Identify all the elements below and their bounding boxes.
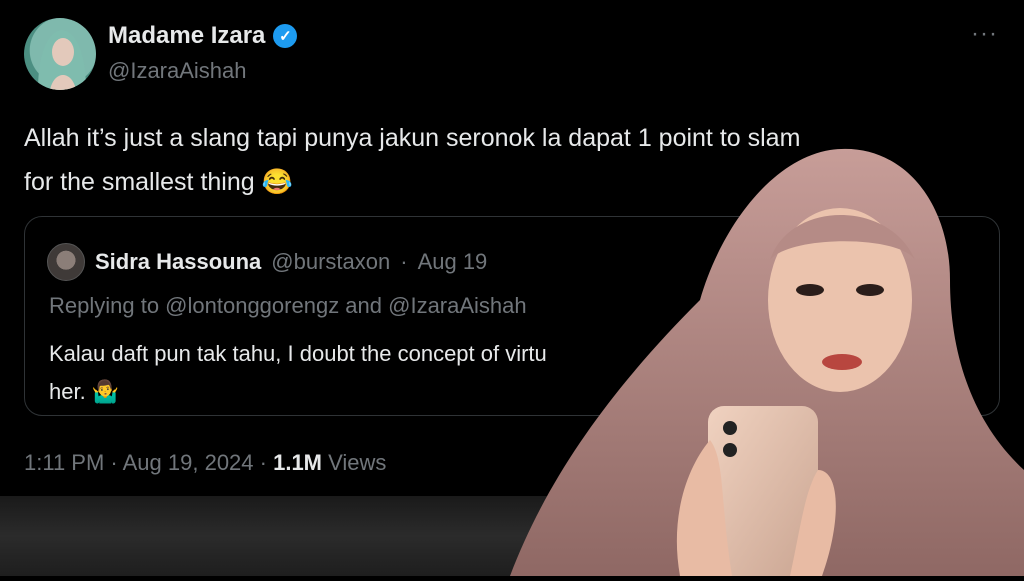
replying-to[interactable]: Replying to @lontonggorengz and @IzaraAi… [49,293,527,319]
author-avatar[interactable] [24,18,96,90]
tweet-timestamp[interactable]: 1:11 PM · Aug 19, 2024 · 1.1M Views [24,450,386,476]
person-photo-cutout [470,140,1024,576]
author-name-row: Madame Izara ✓ [108,22,298,50]
views-count: 1.1M [273,450,323,475]
quoted-author-handle[interactable]: @burstaxon [271,249,390,275]
more-options-icon[interactable]: ··· [971,20,998,48]
quoted-author-avatar[interactable] [47,243,85,281]
separator-dot: · [400,249,408,274]
verified-check-icon: ✓ [273,24,298,48]
author-name[interactable]: Madame Izara [108,22,265,50]
author-handle[interactable]: @IzaraAishah [108,58,247,84]
time-date: 1:11 PM · Aug 19, 2024 · [24,450,274,475]
quoted-tweet-header: Sidra Hassouna @burstaxon · Aug 19 [47,243,487,281]
quoted-author-name[interactable]: Sidra Hassouna [95,249,261,275]
views-label: Views [322,450,387,475]
